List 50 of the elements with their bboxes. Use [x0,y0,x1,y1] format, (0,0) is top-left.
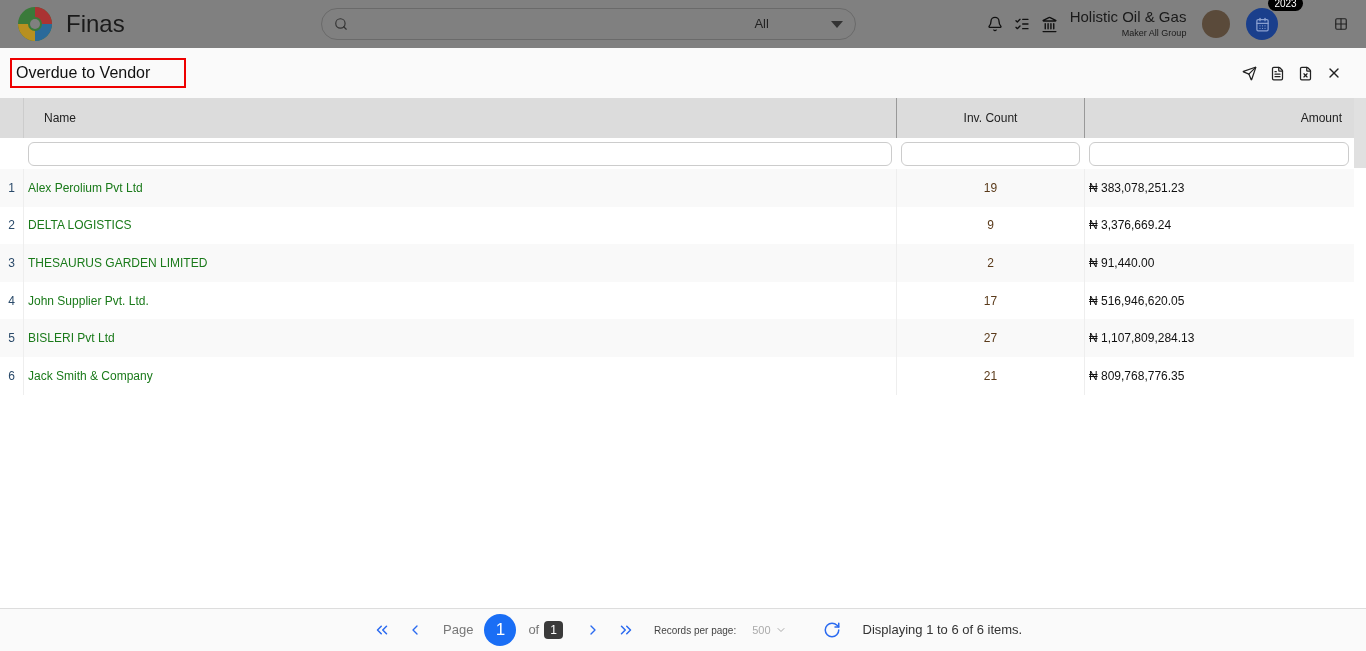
total-pages: 1 [544,621,563,639]
pager-summary: Displaying 1 to 6 of 6 items. [862,621,1023,640]
logo-icon [16,5,54,43]
amount-cell-text: ₦ 383,078,251.23 [1088,179,1186,197]
row-number: 3 [0,244,24,282]
table-cell: 27 [897,319,1085,357]
excel-icon[interactable] [1298,65,1313,81]
vendor-name[interactable]: Jack Smith & Company [24,356,897,395]
filter-field[interactable] [1089,141,1349,166]
filter-field[interactable] [901,141,1080,166]
column-header[interactable]: Name [24,98,897,138]
caret-icon [830,20,843,28]
table-cell: 19 [897,169,1085,207]
filter-dropdown[interactable]: All [692,14,843,34]
filter-field[interactable] [28,141,892,166]
records-label: Records per page: [653,623,737,638]
apps-grid-icon[interactable] [1334,17,1348,31]
row-number: 6 [0,356,24,395]
column-header[interactable]: Inv. Count [897,98,1085,138]
send-icon[interactable] [1242,65,1257,81]
vendor-name[interactable]: Alex Perolium Pvt Ltd [24,169,897,207]
checklist-icon[interactable] [1013,16,1030,32]
row-number: 5 [0,319,24,357]
amount-cell-text: ₦ 809,768,776.35 [1088,367,1186,385]
calendar-icon [1254,16,1270,32]
table-cell: 2 [897,244,1085,282]
search-icon [333,17,348,31]
bank-icon[interactable] [1040,15,1058,33]
refresh-icon[interactable] [822,621,841,639]
calendar-button[interactable] [1246,8,1279,40]
year-badge: 2023 [1268,0,1303,11]
scrollbar[interactable] [1354,98,1366,168]
amount-cell-text: ₦ 1,107,809,284.13 [1088,330,1196,348]
row-number: 1 [0,169,24,207]
company-name: Holistic Oil & Gas [1069,7,1187,28]
app-name: Finas [66,9,125,39]
page-label: Page [443,621,474,640]
amount-cell-text: ₦ 91,440.00 [1088,255,1156,272]
of-label: of [528,621,540,640]
amount-cell-text: ₦ 516,946,620.05 [1088,292,1186,310]
report-title: Overdue to Vendor [10,58,186,88]
vendor-name[interactable]: THESAURUS GARDEN LIMITED [24,244,897,282]
table-cell: 21 [897,356,1085,395]
notifications-icon[interactable] [986,16,1003,32]
company-group: Maker All Group [1121,27,1187,41]
vendor-name[interactable]: BISLERI Pvt Ltd [24,319,897,357]
current-page[interactable]: 1 [484,614,517,646]
column-header[interactable]: Amount [1085,98,1354,138]
amount-cell-text: ₦ 3,376,669.24 [1088,217,1173,235]
pdf-icon[interactable] [1270,65,1285,81]
